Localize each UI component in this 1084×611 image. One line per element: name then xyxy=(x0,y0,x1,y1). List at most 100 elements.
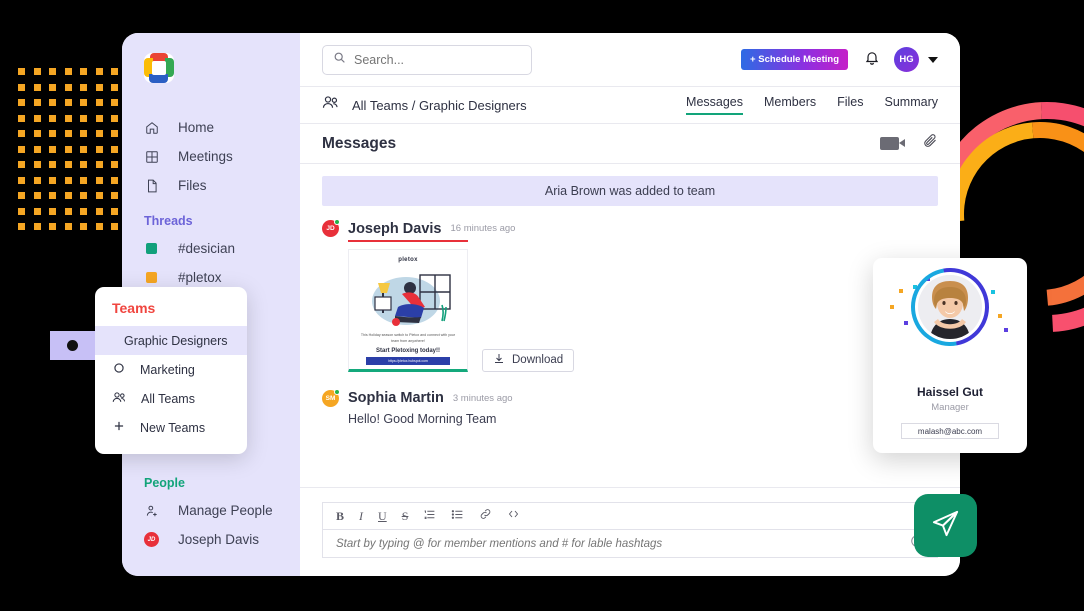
download-label: Download xyxy=(512,354,564,366)
sidebar-section-threads: Threads xyxy=(144,214,193,228)
message-composer: B I U S xyxy=(300,487,960,576)
send-button[interactable] xyxy=(914,494,977,557)
avatar: SM xyxy=(322,388,340,407)
decorative-dot-grid xyxy=(18,68,118,240)
ordered-list-icon[interactable] xyxy=(423,509,436,524)
sidebar-thread-desician[interactable]: #desician xyxy=(122,234,300,263)
code-icon[interactable] xyxy=(507,508,520,524)
avatar xyxy=(918,275,982,339)
notification-bell-icon[interactable] xyxy=(864,49,880,71)
avatar-initials: SM xyxy=(325,394,336,402)
bullet-list-icon[interactable] xyxy=(451,509,464,524)
grid-icon xyxy=(144,149,159,164)
sidebar-item-files[interactable]: Files xyxy=(122,171,300,200)
team-item-all-teams[interactable]: All Teams xyxy=(95,384,247,413)
attachment-illustration-icon xyxy=(354,267,462,329)
download-button[interactable]: Download xyxy=(482,348,575,372)
team-label: Marketing xyxy=(140,362,195,377)
sidebar-item-joseph-davis[interactable]: JD Joseph Davis xyxy=(122,525,300,554)
online-status-icon xyxy=(334,219,340,225)
message-item: JD Joseph Davis 16 minutes ago pletox Th… xyxy=(322,206,938,372)
avatar-initials: JD xyxy=(326,225,335,232)
message-input[interactable] xyxy=(336,537,910,550)
attachment-logo: pletox xyxy=(398,257,418,263)
messages-header-bar: Messages xyxy=(300,124,960,164)
attachment-caption: This Holiday season switch to Pletox and… xyxy=(360,333,456,343)
tab-messages[interactable]: Messages xyxy=(686,95,744,115)
chevron-down-icon[interactable] xyxy=(928,56,938,63)
add-person-icon xyxy=(144,503,159,518)
download-icon xyxy=(493,352,505,368)
team-item-new-teams[interactable]: New Teams xyxy=(95,413,247,442)
search-input[interactable] xyxy=(354,52,521,67)
teams-dropdown: Teams Graphic Designers Marketing All Te… xyxy=(50,287,247,454)
message-thread[interactable]: Aria Brown was added to team JD Joseph D… xyxy=(300,164,960,487)
teams-dropdown-title: Teams xyxy=(112,300,156,316)
composer-input-row[interactable] xyxy=(322,529,938,558)
underline-icon[interactable]: U xyxy=(378,509,387,524)
plus-icon xyxy=(112,419,126,436)
sidebar-people-label: Joseph Davis xyxy=(178,532,260,547)
sidebar-thread-label: #pletox xyxy=(178,270,222,285)
team-label: New Teams xyxy=(140,420,206,435)
online-status-icon xyxy=(334,388,340,395)
main-area: + Schedule Meeting HG All Teams / Graphi… xyxy=(300,33,960,576)
avatar: JD xyxy=(144,532,159,547)
thread-color-swatch-icon xyxy=(144,241,159,256)
sidebar-item-label: Files xyxy=(178,178,207,193)
profile-email[interactable]: malash@abc.com xyxy=(901,423,999,439)
message-header: SM Sophia Martin 3 minutes ago xyxy=(322,388,938,407)
link-icon[interactable] xyxy=(479,508,492,524)
message-timestamp: 3 minutes ago xyxy=(452,392,513,404)
sidebar-section-people: People xyxy=(144,476,185,490)
people-icon xyxy=(322,95,340,115)
dot-icon xyxy=(67,340,78,351)
formatting-toolbar: B I U S xyxy=(322,502,938,529)
video-camera-icon[interactable] xyxy=(880,137,905,150)
tab-members[interactable]: Members xyxy=(764,95,816,115)
people-icon xyxy=(112,391,127,407)
home-icon xyxy=(144,120,159,135)
sidebar-people-label: Manage People xyxy=(178,503,273,518)
selected-team-indicator xyxy=(50,331,95,360)
message-text: Hello! Good Morning Team xyxy=(348,411,497,426)
tab-list: Messages Members Files Summary xyxy=(686,95,938,115)
message-author: Sophia Martin xyxy=(348,390,444,406)
team-label: All Teams xyxy=(141,391,195,406)
bold-icon[interactable]: B xyxy=(336,509,344,524)
avatar-initials: JD xyxy=(144,532,159,547)
user-avatar[interactable]: HG xyxy=(894,47,919,72)
page-title: Messages xyxy=(322,134,397,152)
message-header: JD Joseph Davis 16 minutes ago xyxy=(322,219,938,237)
thread-color-swatch-icon xyxy=(144,270,159,285)
tab-files[interactable]: Files xyxy=(837,95,863,115)
tab-summary[interactable]: Summary xyxy=(885,95,938,115)
send-plane-icon xyxy=(930,508,961,544)
search-icon xyxy=(333,51,346,69)
schedule-meeting-button[interactable]: + Schedule Meeting xyxy=(741,49,848,70)
attachment-row: pletox This Holiday season switch to Ple… xyxy=(348,249,938,372)
attachment-preview[interactable]: pletox This Holiday season switch to Ple… xyxy=(348,249,468,372)
search-box[interactable] xyxy=(322,44,532,75)
attachment-url: https://pletox.hubspot.com xyxy=(366,356,450,365)
system-message: Aria Brown was added to team xyxy=(322,176,938,206)
circle-icon xyxy=(112,361,126,378)
team-item-graphic-designers[interactable]: Graphic Designers xyxy=(95,326,247,355)
team-label: Graphic Designers xyxy=(124,333,228,348)
sidebar-item-home[interactable]: Home xyxy=(122,113,300,142)
sidebar-thread-label: #desician xyxy=(178,241,236,256)
attachment-subtitle: Start Pletoxing today!! xyxy=(375,347,440,354)
italic-icon[interactable]: I xyxy=(359,509,363,524)
sidebar-item-meetings[interactable]: Meetings xyxy=(122,142,300,171)
message-author: Joseph Davis xyxy=(348,220,442,237)
attachment-clip-icon[interactable] xyxy=(923,133,938,154)
sidebar-item-manage-people[interactable]: Manage People xyxy=(122,496,300,525)
message-timestamp: 16 minutes ago xyxy=(450,223,516,234)
avatar: JD xyxy=(322,219,340,237)
team-item-marketing[interactable]: Marketing xyxy=(95,355,247,384)
topbar: + Schedule Meeting HG xyxy=(300,33,960,87)
file-icon xyxy=(144,178,159,193)
strikethrough-icon[interactable]: S xyxy=(402,509,409,524)
app-logo-icon[interactable] xyxy=(144,53,174,83)
profile-role: Manager xyxy=(931,402,969,413)
